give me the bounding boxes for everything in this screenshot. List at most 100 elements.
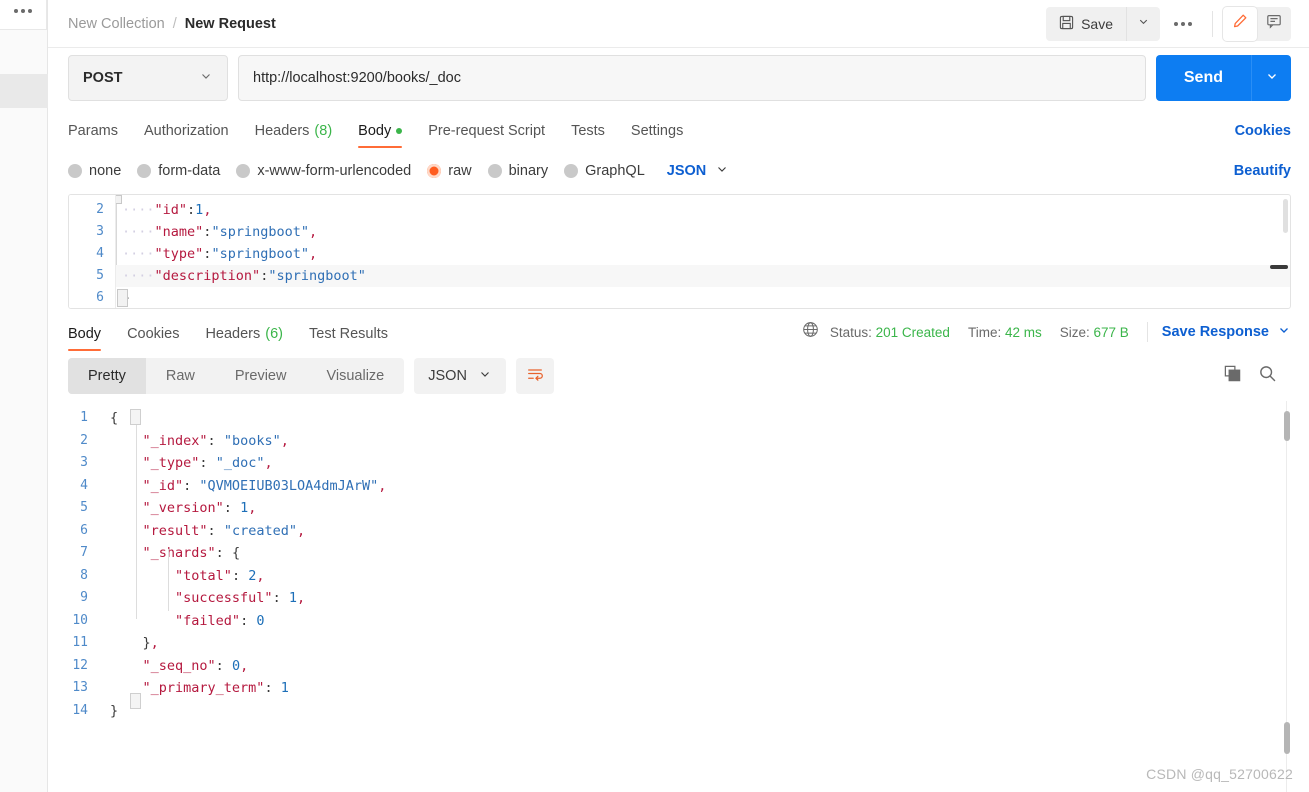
tab-headers[interactable]: Headers (8) xyxy=(255,123,333,148)
floppy-disk-icon xyxy=(1059,15,1074,33)
copy-icon[interactable] xyxy=(1223,364,1242,388)
tab-label: Body xyxy=(358,123,392,139)
request-editor-horizontal-scrollbar[interactable] xyxy=(1270,265,1288,269)
fold-rail-nested xyxy=(168,549,169,611)
url-input[interactable]: http://localhost:9200/books/_doc xyxy=(238,55,1146,101)
response-code-area[interactable]: { "_index": "books", "_type": "_doc", "_… xyxy=(100,407,1309,792)
tab-settings[interactable]: Settings xyxy=(631,123,683,148)
body-type-binary[interactable]: binary xyxy=(487,163,549,179)
response-toolbar-right xyxy=(1223,364,1291,388)
request-code-area[interactable]: ····"id":1, ····"name":"springboot", ···… xyxy=(115,195,1290,308)
save-options-button[interactable] xyxy=(1126,6,1160,41)
line-number: 6 xyxy=(80,522,88,538)
wrap-text-button[interactable] xyxy=(515,358,554,394)
body-type-label: binary xyxy=(508,163,549,179)
response-scrollbar-thumb-top[interactable] xyxy=(1284,411,1290,441)
code-line: } xyxy=(100,700,1309,723)
chevron-down-icon[interactable] xyxy=(1277,323,1291,342)
body-type-raw[interactable]: raw xyxy=(427,163,472,179)
json-key: "_version" xyxy=(142,500,224,516)
cookies-link[interactable]: Cookies xyxy=(1235,123,1291,148)
tab-label: Test Results xyxy=(309,326,388,342)
view-mode-preview[interactable]: Preview xyxy=(215,358,307,394)
tab-pre-request-script[interactable]: Pre-request Script xyxy=(428,123,545,148)
indent-dots: ···· xyxy=(122,246,155,262)
response-scrollbar-thumb-bottom[interactable] xyxy=(1284,722,1290,754)
chevron-down-icon xyxy=(715,162,729,180)
sidebar-options-icon[interactable] xyxy=(14,9,32,13)
line-number: 8 xyxy=(80,567,88,583)
comment-button[interactable] xyxy=(1257,7,1291,41)
edit-mode-button[interactable] xyxy=(1223,6,1257,41)
send-button[interactable]: Send xyxy=(1155,55,1251,101)
view-mode-pretty[interactable]: Pretty xyxy=(68,358,146,394)
line-number: 2 xyxy=(80,432,88,448)
tab-params[interactable]: Params xyxy=(68,123,118,148)
response-tab-cookies[interactable]: Cookies xyxy=(127,326,179,351)
line-number: 4 xyxy=(96,246,104,261)
tab-body[interactable]: Body xyxy=(358,123,403,148)
line-number: 5 xyxy=(80,500,88,515)
left-sidebar xyxy=(0,0,48,792)
search-icon[interactable] xyxy=(1258,364,1277,388)
request-body-editor[interactable]: 2 3 4 5 6 ····"id":1, ····"name":"spring… xyxy=(68,194,1291,309)
json-colon: : xyxy=(231,567,249,584)
pencil-icon xyxy=(1232,13,1248,34)
send-options-button[interactable] xyxy=(1251,55,1291,101)
response-format-select[interactable]: JSON xyxy=(414,358,506,394)
json-key: "successful" xyxy=(175,590,273,606)
request-header: New Collection / New Request Save xyxy=(48,0,1309,48)
response-body-viewer[interactable]: 1 2 3 4 5 6 7 8 9 10 11 12 13 14 {"_ind… xyxy=(48,401,1309,792)
ellipsis-icon xyxy=(1173,21,1194,26)
postman-window: New Collection / New Request Save POST h… xyxy=(0,0,1309,792)
http-method-select[interactable]: POST xyxy=(68,55,228,101)
breadcrumb-separator: / xyxy=(172,15,177,32)
editor-mode-toggle xyxy=(1223,6,1291,41)
fold-marker-icon[interactable] xyxy=(130,409,141,425)
view-mode-raw[interactable]: Raw xyxy=(146,358,215,394)
response-tab-test-results[interactable]: Test Results xyxy=(309,326,388,351)
tab-authorization[interactable]: Authorization xyxy=(144,123,229,148)
json-comma: , xyxy=(296,522,306,539)
json-value: "created" xyxy=(223,522,297,539)
radio-icon xyxy=(137,164,152,178)
raw-format-select[interactable]: JSON xyxy=(667,162,730,180)
fold-marker-icon[interactable] xyxy=(116,195,122,204)
body-type-none[interactable]: none xyxy=(68,163,121,179)
body-modified-dot-icon xyxy=(396,128,403,134)
send-button-group: Send xyxy=(1155,55,1291,101)
sidebar-selected-block[interactable] xyxy=(0,74,48,108)
response-gutter: 1 2 3 4 5 6 7 8 9 10 11 12 13 14 xyxy=(48,407,100,792)
body-type-urlencoded[interactable]: x-www-form-urlencoded xyxy=(236,163,411,179)
code-line: "failed": 0 xyxy=(100,610,1309,633)
body-type-graphql[interactable]: GraphQL xyxy=(564,163,645,179)
breadcrumb-request[interactable]: New Request xyxy=(185,16,276,32)
save-response-link[interactable]: Save Response xyxy=(1162,324,1269,340)
breadcrumb-collection[interactable]: New Collection xyxy=(68,16,165,32)
code-line: "_seq_no": 0, xyxy=(100,655,1309,678)
json-value: "springboot" xyxy=(211,224,309,240)
json-comma: , xyxy=(256,567,265,584)
tab-tests[interactable]: Tests xyxy=(571,123,605,148)
response-tab-headers[interactable]: Headers (6) xyxy=(205,326,283,351)
tab-label: Headers xyxy=(205,326,261,342)
body-type-form-data[interactable]: form-data xyxy=(137,163,220,179)
line-number: 14 xyxy=(72,702,88,718)
size-label: Size: xyxy=(1059,324,1090,340)
json-punct: } xyxy=(110,702,119,719)
request-editor-vertical-scrollbar[interactable] xyxy=(1283,199,1288,233)
view-mode-visualize[interactable]: Visualize xyxy=(306,358,404,394)
code-line: "_version": 1, xyxy=(100,497,1309,520)
fold-marker-icon[interactable] xyxy=(117,289,128,307)
beautify-link[interactable]: Beautify xyxy=(1234,163,1291,179)
save-button[interactable]: Save xyxy=(1046,7,1126,41)
tab-label: Tests xyxy=(571,123,605,139)
json-punct: } xyxy=(142,635,151,651)
more-actions-button[interactable] xyxy=(1164,7,1202,41)
response-tab-body[interactable]: Body xyxy=(68,326,102,351)
fold-marker-icon[interactable] xyxy=(130,693,141,709)
header-actions: Save xyxy=(1046,6,1291,41)
